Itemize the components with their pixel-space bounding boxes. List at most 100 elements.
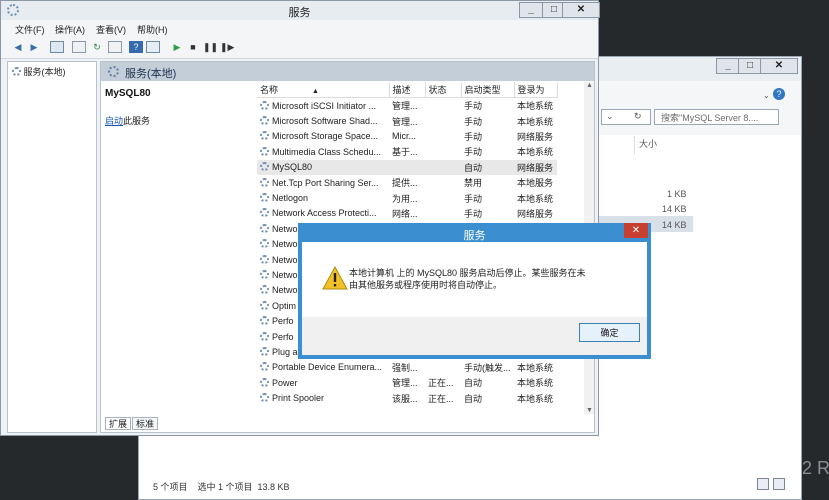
table-row[interactable]: Netlogon 为用... 手动 本地系统 — [257, 190, 557, 205]
export-list-icon[interactable] — [108, 41, 122, 53]
scroll-down-icon[interactable]: ▼ — [586, 407, 593, 414]
address-bar[interactable]: ⌄ ↻ — [601, 109, 651, 125]
scroll-up-icon[interactable]: ▲ — [586, 82, 593, 89]
start-service-icon[interactable]: ▶ — [170, 41, 184, 53]
dialog-body: 本地计算机 上的 MySQL80 服务启动后停止。某些服务在未由其他服务或程序使… — [302, 242, 647, 317]
menu-help[interactable]: 帮助(H) — [137, 23, 168, 36]
table-row[interactable]: MySQL80 自动 网络服务 — [257, 159, 557, 175]
cell-text: Optim — [272, 300, 297, 311]
column-header-startup-type[interactable]: 启动类型 — [461, 82, 515, 98]
column-header-name[interactable]: 名称 ▲ — [257, 82, 390, 98]
table-cell-name: Power — [257, 375, 389, 390]
properties-icon[interactable] — [72, 41, 86, 53]
window-title: 服务 — [288, 7, 311, 19]
cell-text: 禁用 — [464, 178, 483, 189]
table-row[interactable]: Net.Tcp Port Sharing Ser... 提供... 禁用 本地服务 — [257, 175, 557, 190]
table-cell-logon: 本地系统 — [514, 144, 557, 159]
ok-button[interactable]: 确定 — [579, 323, 640, 342]
service-gear-icon — [260, 239, 269, 249]
table-cell-name: Multimedia Class Schedu... — [257, 144, 389, 159]
table-cell-startup: 手动 — [461, 129, 514, 144]
tree-item-services-local[interactable]: 服务(本地) — [12, 65, 66, 78]
restart-service-icon[interactable]: ❚▶ — [220, 41, 234, 53]
dialog-title: 服务 — [463, 230, 486, 242]
table-cell-desc: 该服... — [389, 390, 425, 405]
column-header-status[interactable]: 状态 — [425, 82, 462, 98]
cell-text: 本地服务 — [517, 178, 554, 189]
table-row[interactable]: Microsoft Storage Space... Micr... 手动 网络服务 — [257, 129, 557, 144]
warning-icon — [322, 266, 348, 290]
details-view-icon[interactable] — [757, 478, 769, 490]
table-cell-startup: 手动 — [461, 144, 514, 159]
back-icon[interactable]: ◀ — [11, 41, 25, 53]
menu-action[interactable]: 操作(A) — [55, 23, 85, 36]
help-icon[interactable]: ? — [773, 88, 785, 100]
tab-standard[interactable]: 标准 — [132, 417, 159, 430]
stop-service-icon[interactable]: ■ — [186, 41, 200, 53]
search-input[interactable]: 搜索"MySQL Server 8.... — [654, 109, 779, 125]
table-cell-status — [425, 159, 461, 175]
cell-text: Plug a — [272, 346, 298, 357]
console-tree-icon[interactable] — [50, 41, 64, 53]
column-header-logon[interactable]: 登录为 — [514, 82, 558, 98]
table-row[interactable]: Microsoft iSCSI Initiator ... 管理... 手动 本地系统 — [257, 98, 557, 114]
chevron-down-icon[interactable]: ⌄ — [606, 111, 614, 122]
file-size: 14 KB — [662, 204, 687, 214]
table-row[interactable]: Microsoft Software Shad... 管理... 手动 本地系统 — [257, 113, 557, 128]
minimize-button[interactable]: _ — [716, 58, 740, 74]
cell-text: Multimedia Class Schedu... — [272, 146, 382, 157]
cell-text: 为用... — [392, 193, 418, 204]
chevron-down-icon[interactable]: ⌄ — [763, 91, 770, 100]
table-row[interactable]: Multimedia Class Schedu... 基于... 手动 本地系统 — [257, 144, 557, 159]
table-cell-name: Portable Device Enumera... — [257, 360, 389, 375]
service-gear-icon — [260, 100, 269, 110]
table-row[interactable]: Power 管理... 正在... 自动 本地系统 — [257, 375, 557, 390]
cell-text: 该服... — [392, 393, 418, 404]
minimize-button[interactable]: _ — [519, 2, 543, 18]
table-row[interactable]: Portable Device Enumera... 强制... 手动(触发... 本… — [257, 360, 557, 375]
refresh-icon[interactable]: ↻ — [634, 111, 642, 122]
cell-text: 正在... — [428, 378, 454, 389]
table-cell-startup: 手动 — [461, 113, 514, 128]
toolbar: ◀ ▶ ↻ ? ▶ ■ ❚❚ ❚▶ — [1, 37, 598, 59]
dialog-close-button[interactable]: ✕ — [624, 223, 648, 238]
cell-text: 自动 — [464, 162, 483, 173]
pause-service-icon[interactable]: ❚❚ — [203, 41, 218, 53]
column-header-description[interactable]: 描述 — [389, 82, 426, 98]
table-cell-status — [425, 360, 461, 375]
menu-file[interactable]: 文件(F) — [15, 23, 45, 36]
tab-extended[interactable]: 扩展 — [105, 417, 132, 430]
close-button[interactable]: ✕ — [760, 58, 798, 74]
menu-view[interactable]: 查看(V) — [96, 23, 126, 36]
table-row[interactable]: Print Spooler 该服... 正在... 自动 本地系统 — [257, 390, 557, 405]
table-cell-desc: 强制... — [389, 360, 425, 375]
close-button[interactable]: ✕ — [562, 2, 600, 18]
service-gear-icon — [260, 285, 269, 295]
service-gear-icon — [260, 177, 269, 187]
table-cell-name: Microsoft iSCSI Initiator ... — [257, 98, 389, 114]
help-icon[interactable]: ? — [129, 41, 143, 53]
table-cell-logon: 本地系统 — [514, 375, 557, 390]
table-cell-name: MySQL80 — [257, 159, 389, 175]
forward-icon[interactable]: ▶ — [27, 41, 41, 53]
cell-text: 网络服务 — [517, 208, 554, 219]
table-row[interactable]: Network Access Protecti... 网络... 手动 网络服务 — [257, 206, 557, 221]
show-hide-icon[interactable] — [146, 41, 160, 53]
service-gear-icon — [260, 254, 269, 264]
start-service-text: 启动此服务 — [105, 114, 150, 127]
table-cell-desc: 提供... — [389, 175, 425, 190]
service-gear-icon — [260, 193, 269, 203]
table-cell-name: Microsoft Storage Space... — [257, 129, 389, 144]
table-cell-logon: 本地服务 — [514, 175, 557, 190]
table-cell-desc: 管理... — [389, 98, 425, 114]
file-size: 14 KB — [662, 220, 687, 230]
refresh-icon[interactable]: ↻ — [90, 41, 104, 53]
column-size[interactable]: 大小 — [639, 137, 657, 150]
service-gear-icon — [260, 346, 269, 356]
table-cell-status — [425, 144, 461, 159]
maximize-button[interactable]: □ — [738, 58, 762, 74]
table-cell-startup: 手动 — [461, 206, 514, 221]
pane-title: 服务(本地) — [125, 68, 177, 80]
start-service-link[interactable]: 启动 — [105, 116, 123, 126]
tiles-view-icon[interactable] — [773, 478, 785, 490]
